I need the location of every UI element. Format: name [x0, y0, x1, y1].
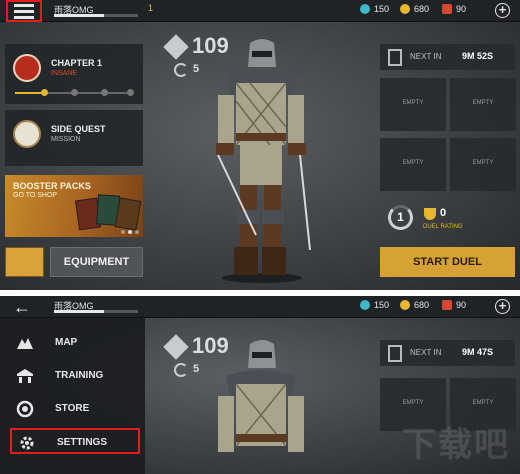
chapter-node [41, 89, 48, 96]
coins-counter: 680 [400, 300, 429, 310]
coins-icon [400, 4, 410, 14]
chapter-difficulty: INSANE [51, 70, 78, 77]
hero-character [216, 39, 311, 283]
coins-icon [400, 300, 410, 310]
chest-slot[interactable]: EMPTY [380, 138, 446, 191]
power-gem-icon [163, 34, 189, 60]
next-in-timer: NEXT IN 9M 47S [380, 340, 515, 366]
gems-counter: 150 [360, 4, 389, 14]
side-quest-title: SIDE QUEST [51, 124, 106, 134]
side-quest-icon [13, 120, 41, 148]
top-bar: 雨落OMG 1 150 680 90 + [0, 0, 520, 22]
menu-item-map[interactable]: MAP [10, 330, 140, 356]
hamburger-menu-button[interactable] [6, 0, 42, 22]
chest-slot[interactable]: EMPTY [380, 78, 446, 131]
chest-icon [388, 345, 402, 362]
menu-item-store[interactable]: STORE [10, 396, 140, 422]
back-arrow-button[interactable]: ← [8, 298, 36, 316]
carousel-dot[interactable] [135, 230, 139, 234]
hero-character [218, 340, 304, 452]
add-currency-button[interactable]: + [495, 299, 510, 314]
menu-item-training[interactable]: TRAINING [10, 363, 140, 389]
add-currency-button[interactable]: + [495, 3, 510, 18]
next-in-time: 9M 52S [462, 51, 494, 61]
ruby-icon [442, 4, 452, 14]
start-duel-button[interactable]: START DUEL [380, 247, 515, 277]
ruby-counter: 90 [442, 4, 466, 14]
side-menu-screen: ← 雨落OMG 150 680 90 + MAP TRAINING STORE [0, 296, 520, 474]
equipment-cards-icon[interactable] [5, 247, 44, 277]
coins-counter: 680 [400, 4, 429, 14]
chest-slot[interactable]: EMPTY [450, 138, 516, 191]
chapter-node [127, 89, 134, 96]
top-bar: ← 雨落OMG 150 680 90 + [0, 296, 520, 318]
site-watermark: 下载吧 [402, 426, 510, 464]
gems-icon [360, 4, 370, 14]
refresh-count: 5 [193, 63, 200, 75]
side-quest-panel[interactable]: SIDE QUEST MISSION [5, 110, 143, 166]
next-in-timer: NEXT IN 9M 52S [380, 44, 515, 70]
ruby-icon [442, 300, 452, 310]
booster-packs-banner[interactable]: BOOSTER PACKS GO TO SHOP [5, 175, 143, 237]
equipment-button[interactable]: EQUIPMENT [50, 247, 143, 277]
chest-slot[interactable]: EMPTY [450, 78, 516, 131]
map-icon [17, 338, 33, 349]
gems-icon [360, 300, 370, 310]
chapter-panel[interactable]: CHAPTER 1 INSANE [5, 44, 143, 104]
refresh-icon [174, 63, 188, 77]
chapter-node [71, 89, 78, 96]
ruby-counter: 90 [442, 300, 466, 310]
settings-gear-icon [20, 436, 34, 450]
chapter-node [101, 89, 108, 96]
store-icon [16, 400, 34, 418]
menu-item-settings[interactable]: SETTINGS [10, 428, 140, 454]
trophy-icon [424, 208, 436, 220]
booster-title: BOOSTER PACKS [13, 181, 91, 191]
booster-subtitle: GO TO SHOP [13, 192, 58, 199]
xp-progress-bar [54, 14, 138, 17]
training-icon [17, 369, 33, 383]
chapter-title: CHAPTER 1 [51, 58, 103, 68]
side-menu: MAP TRAINING STORE SETTINGS [0, 318, 145, 474]
carousel-dot[interactable] [121, 230, 125, 234]
chest-icon [388, 49, 402, 66]
duel-rating-label: DUEL RATING [423, 224, 463, 230]
player-level: 1 [148, 3, 154, 13]
side-quest-subtitle: MISSION [51, 136, 81, 143]
refresh-count: 5 [193, 363, 200, 375]
main-menu-screen: 雨落OMG 1 150 680 90 + CHAPTER 1 INSANE SI… [0, 0, 520, 290]
duel-rating-value: 0 [440, 207, 447, 219]
duel-rank-badge: 1 [388, 205, 413, 230]
menu-icon [14, 3, 34, 7]
power-gem-icon [163, 334, 189, 360]
next-in-time: 9M 47S [462, 347, 494, 357]
carousel-dot[interactable] [128, 230, 132, 234]
xp-progress-bar [54, 310, 138, 313]
gems-counter: 150 [360, 300, 389, 310]
chapter-demon-icon [13, 54, 41, 82]
booster-card-image [114, 197, 142, 231]
refresh-icon [174, 363, 188, 377]
